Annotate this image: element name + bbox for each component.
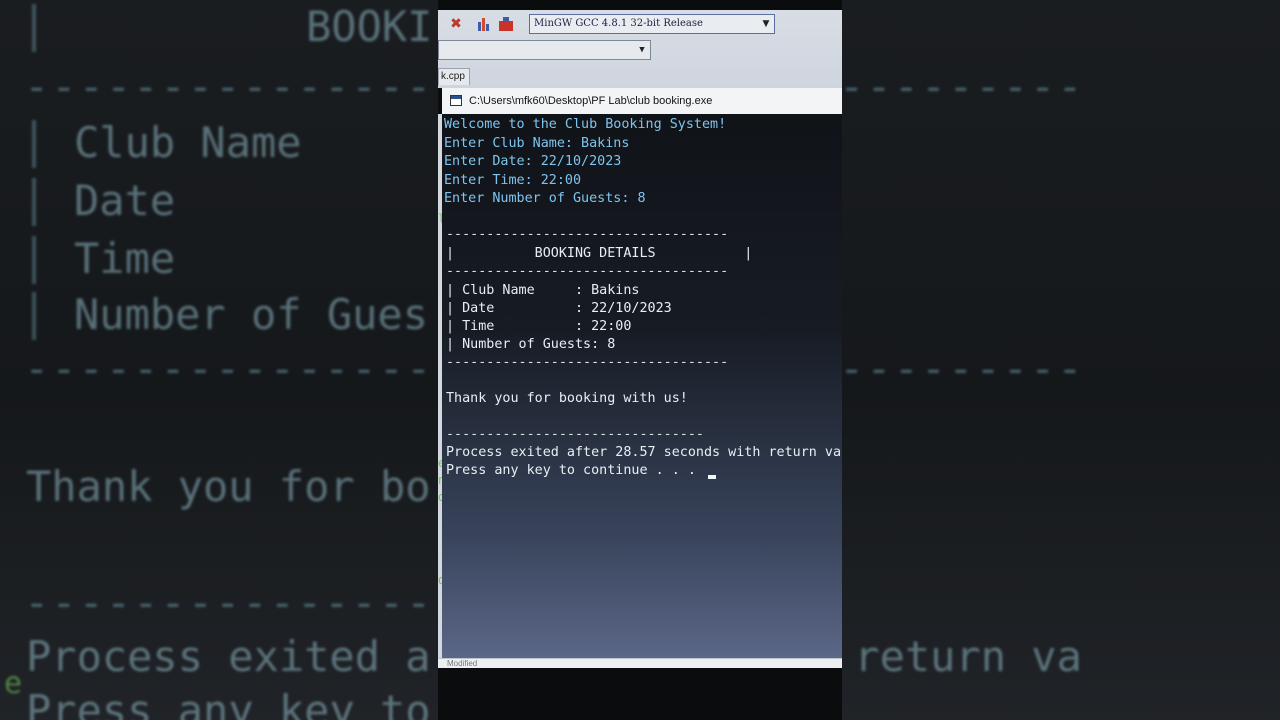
bg-title-fragment: BOOKI [306, 2, 433, 51]
detail-row-club: | Club Name : Bakins [446, 283, 640, 298]
bg-border-bar [32, 236, 36, 284]
compiler-select[interactable]: MinGW GCC 4.8.1 32-bit Release ▼ [529, 14, 775, 34]
chart-icon[interactable] [476, 16, 492, 32]
bg-border-bar [32, 120, 36, 168]
bg-line-club: Club Name [74, 118, 302, 167]
bg-press-fragment: Press any key to [26, 686, 431, 720]
booking-details-header: | BOOKING DETAILS | [446, 246, 753, 261]
top-strip [438, 0, 842, 10]
process-exit-line: Process exited after 28.57 seconds with … [446, 445, 842, 460]
bg-line-time: Time [74, 234, 176, 283]
detail-row-date: | Date : 22/10/2023 [446, 301, 672, 316]
welcome-line: Welcome to the Club Booking System! [444, 117, 727, 132]
console-window-title: C:\Users\mfk60\Desktop\PF Lab\club booki… [469, 95, 713, 107]
details-divider-bottom: ----------------------------------- [446, 355, 729, 370]
process-divider: -------------------------------- [446, 427, 704, 442]
bg-divider: ---------------- [842, 344, 1085, 393]
prompt-club-line: Enter Club Name: Bakins [444, 136, 630, 151]
details-divider-top: ----------------------------------- [446, 227, 729, 242]
status-modified: Modified [447, 659, 478, 668]
thanks-line: Thank you for booking with us! [446, 391, 688, 406]
bottom-dark-area [438, 668, 842, 720]
file-tab[interactable]: k.cpp [438, 68, 470, 85]
bg-border-bar [32, 178, 36, 226]
details-divider-mid: ----------------------------------- [446, 264, 729, 279]
console-window-titlebar[interactable]: C:\Users\mfk60\Desktop\PF Lab\club booki… [442, 88, 842, 115]
bg-process-fragment: Process exited a [26, 632, 431, 681]
prompt-guests-line: Enter Number of Guests: 8 [444, 191, 646, 206]
prompt-time-line: Enter Time: 22:00 [444, 173, 582, 188]
bg-border-bar [32, 292, 36, 340]
chevron-down-icon: ▼ [762, 19, 770, 29]
detail-row-time: | Time : 22:00 [446, 319, 632, 334]
text-cursor [708, 475, 716, 479]
ide-toolbar-area: ✖ MinGW GCC 4.8.1 32-bit Release ▼ ▼ k.c… [438, 0, 842, 88]
console-window-icon [450, 95, 462, 106]
close-icon[interactable]: ✖ [448, 16, 464, 32]
bg-divider: ---------------- [842, 62, 1085, 111]
compiler-select-value: MinGW GCC 4.8.1 32-bit Release [534, 18, 703, 29]
bg-process-fragment-right: ds with return va [854, 632, 1082, 681]
console-output[interactable]: Welcome to the Club Booking System! Ente… [442, 114, 842, 658]
phone-screen-capture: ✖ MinGW GCC 4.8.1 32-bit Release ▼ ▼ k.c… [438, 0, 842, 720]
left-blurred-backdrop: BOOKI ----------------------------------… [0, 0, 438, 720]
bg-divider: ---------------------------------- [24, 578, 438, 627]
bg-green-glyph: e [4, 666, 23, 701]
right-blurred-backdrop: ---------------- ---------------- ds wit… [842, 0, 1280, 720]
prompt-date-line: Enter Date: 22/10/2023 [444, 154, 622, 169]
press-key-line: Press any key to continue . . . [446, 463, 696, 478]
detail-row-guests: | Number of Guests: 8 [446, 337, 616, 352]
bg-thanks-fragment: Thank you for bo [26, 462, 431, 511]
scope-select[interactable]: ▼ [438, 40, 651, 60]
bg-divider: ----------------------------------------… [24, 62, 438, 111]
bg-divider: ----------------------------------------… [24, 344, 438, 393]
status-bar: Modified [438, 658, 842, 668]
bg-line-guests: Number of Gues [74, 290, 429, 339]
bg-line-date: Date [74, 176, 176, 225]
bg-border-bar [32, 4, 36, 52]
chevron-down-icon: ▼ [639, 45, 645, 55]
profile-icon[interactable] [498, 16, 514, 32]
